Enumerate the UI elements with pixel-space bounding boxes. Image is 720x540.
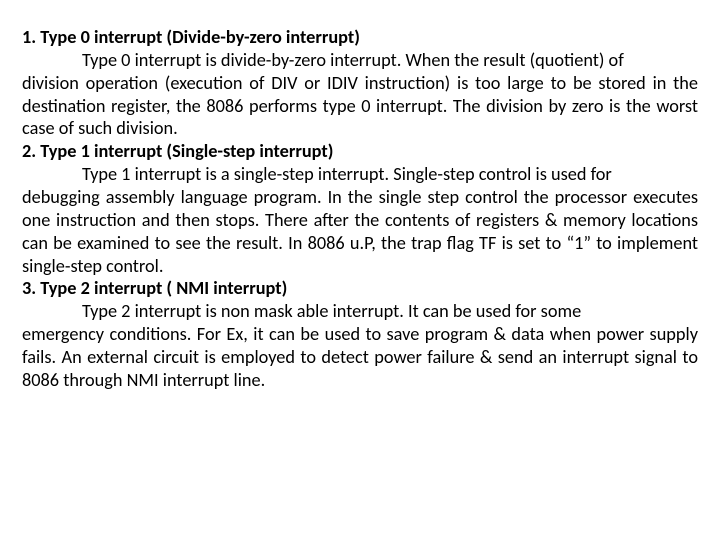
section-2-heading: 2. Type 1 interrupt (Single-step interru… [22, 140, 698, 163]
section-2-body-rest: debugging assembly language program. In … [22, 186, 698, 277]
section-1-body-rest: division operation (execution of DIV or … [22, 72, 698, 141]
section-3-body-lead: Type 2 interrupt is non mask able interr… [22, 300, 698, 323]
section-3-body-rest: emergency conditions. For Ex, it can be … [22, 323, 698, 392]
section-1-body-lead: Type 0 interrupt is divide-by-zero inter… [22, 49, 698, 72]
section-2-body-lead: Type 1 interrupt is a single-step interr… [22, 163, 698, 186]
section-3-heading: 3. Type 2 interrupt ( NMI interrupt) [22, 277, 698, 300]
document-page: 1. Type 0 interrupt (Divide-by-zero inte… [0, 0, 720, 392]
section-1-heading: 1. Type 0 interrupt (Divide-by-zero inte… [22, 26, 698, 49]
